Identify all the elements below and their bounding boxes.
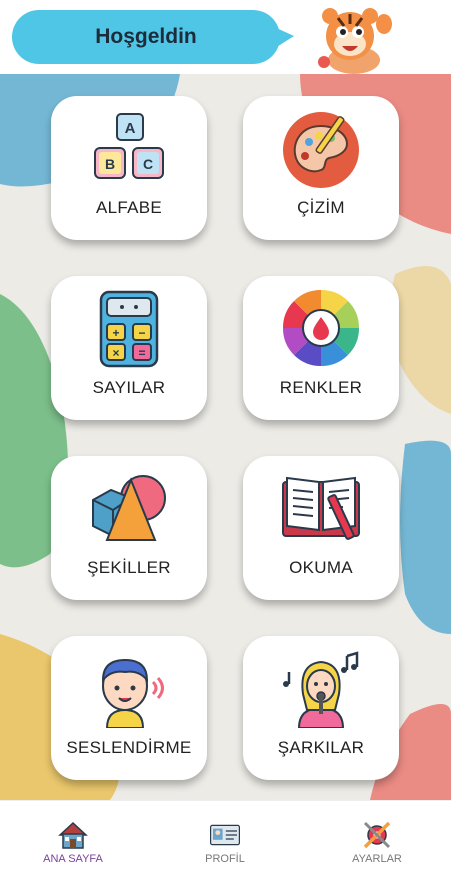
book-icon [282,476,360,540]
card-okuma[interactable]: OKUMA [243,456,399,600]
card-label: ALFABE [95,198,163,217]
card-sekiller[interactable]: ŞEKİLLER [51,456,207,600]
svg-text:×: × [112,346,119,360]
svg-text:+: + [112,326,119,340]
card-sarkilar[interactable]: ŞARKILAR [243,636,399,780]
card-label: ŞEKİLLER [87,558,171,577]
card-label: ŞARKILAR [277,738,365,757]
card-label: OKUMA [289,558,353,577]
singing-girl-icon [283,651,359,728]
home-icon [58,821,88,849]
color-wheel-icon [282,289,360,367]
card-renkler[interactable]: RENKLER [243,276,399,420]
card-label: RENKLER [279,378,363,397]
profile-card-icon [210,824,240,846]
card-label: SESLENDİRME [66,738,192,757]
card-label: SAYILAR [92,378,166,397]
nav-label: PROFİL [205,853,245,865]
nav-home[interactable]: ANA SAYFA [18,819,128,869]
calculator-icon: + − × = [99,290,159,368]
card-label: ÇİZİM [297,198,345,217]
nav-label: AYARLAR [352,853,402,865]
greeting-bubble: Hoşgeldin [12,10,294,64]
svg-text:=: = [138,346,145,360]
greeting-text: Hoşgeldin [95,25,197,48]
nav-settings[interactable]: AYARLAR [322,819,432,869]
activity-grid: A B C ALFABE ÇİZİM + − × = SAYILAR RENKL… [0,74,451,800]
speaking-boy-icon [101,658,164,728]
paint-palette-icon [283,112,359,188]
bottom-navigation: ANA SAYFA PROFİL AYARLAR [0,800,451,884]
settings-tools-icon [363,821,391,849]
shapes-icon [92,475,166,541]
svg-text:B: B [105,156,115,172]
svg-text:A: A [125,120,136,137]
app-header: Hoşgeldin [0,0,451,74]
card-sayilar[interactable]: + − × = SAYILAR [51,276,207,420]
card-seslendirme[interactable]: SESLENDİRME [51,636,207,780]
nav-profile[interactable]: PROFİL [170,819,280,869]
svg-text:C: C [143,156,153,172]
abc-blocks-icon: A B C [94,113,164,179]
svg-text:−: − [138,326,145,340]
card-cizim[interactable]: ÇİZİM [243,96,399,240]
nav-label: ANA SAYFA [43,853,103,865]
tiger-mascot-icon [318,8,392,74]
card-alfabe[interactable]: A B C ALFABE [51,96,207,240]
